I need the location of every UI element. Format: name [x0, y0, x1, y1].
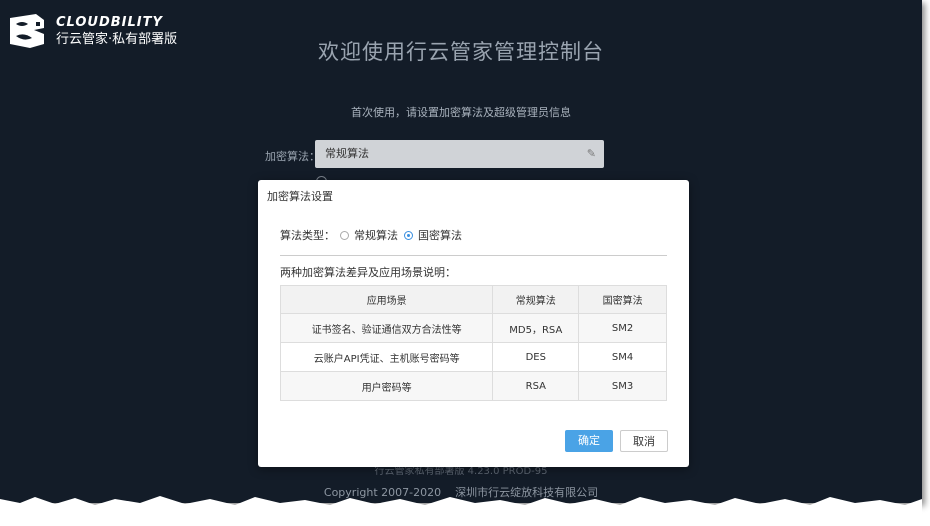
table-cell: SM4 — [578, 342, 667, 372]
option-standard-label[interactable]: 常规算法 — [354, 227, 398, 243]
page-subtitle: 首次使用，请设置加密算法及超级管理员信息 — [351, 106, 571, 119]
table-cell: DES — [492, 342, 580, 372]
comparison-table: 应用场景 常规算法 国密算法 证书签名、验证通信双方合法性等 MD5，RSA S… — [279, 285, 667, 401]
confirm-button[interactable]: 确定 — [565, 430, 613, 452]
table-cell: MD5，RSA — [492, 313, 580, 343]
algo-label: 加密算法： — [265, 150, 320, 163]
pencil-icon[interactable]: ✎ — [587, 140, 596, 168]
header-scenario: 应用场景 — [279, 285, 494, 314]
header-national: 国密算法 — [578, 285, 667, 314]
table-row: 云账户API凭证、主机账号密码等 DES SM4 — [279, 342, 667, 372]
radio-national[interactable] — [404, 230, 413, 240]
page-title: 欢迎使用行云管家管理控制台 — [318, 40, 604, 64]
table-row: 用户密码等 RSA SM3 — [279, 371, 667, 401]
table-cell: 用户密码等 — [279, 371, 494, 401]
radio-standard[interactable] — [340, 230, 349, 240]
brand-name-en: CLOUDBILITY — [56, 14, 163, 30]
comparison-caption: 两种加密算法差异及应用场景说明： — [280, 266, 456, 279]
table-cell: SM3 — [578, 371, 667, 401]
table-row: 证书签名、验证通信双方合法性等 MD5，RSA SM2 — [279, 313, 667, 343]
type-label: 算法类型： — [280, 229, 335, 242]
table-cell: 云账户API凭证、主机账号密码等 — [279, 342, 494, 372]
table-cell: SM2 — [578, 313, 667, 343]
table-header-row: 应用场景 常规算法 国密算法 — [279, 285, 667, 314]
divider — [280, 255, 667, 256]
dialog-title: 加密算法设置 — [267, 190, 333, 203]
torn-edge — [0, 496, 922, 526]
header-standard: 常规算法 — [492, 285, 580, 314]
table-cell: 证书签名、验证通信双方合法性等 — [279, 313, 494, 343]
cancel-button[interactable]: 取消 — [620, 430, 668, 452]
encryption-settings-dialog: 加密算法设置 算法类型： 常规算法 国密算法 两种加密算法差异及应用场景说明： … — [258, 180, 689, 467]
table-cell: RSA — [492, 371, 580, 401]
algo-field-value: 常规算法 — [325, 147, 369, 160]
option-national-label[interactable]: 国密算法 — [418, 227, 462, 243]
console-screen: CLOUDBILITY 行云管家·私有部署版 欢迎使用行云管家管理控制台 首次使… — [0, 0, 922, 503]
algo-select-field[interactable]: 常规算法 ✎ — [315, 140, 604, 168]
algorithm-type-row: 算法类型： 常规算法 国密算法 — [280, 227, 462, 243]
